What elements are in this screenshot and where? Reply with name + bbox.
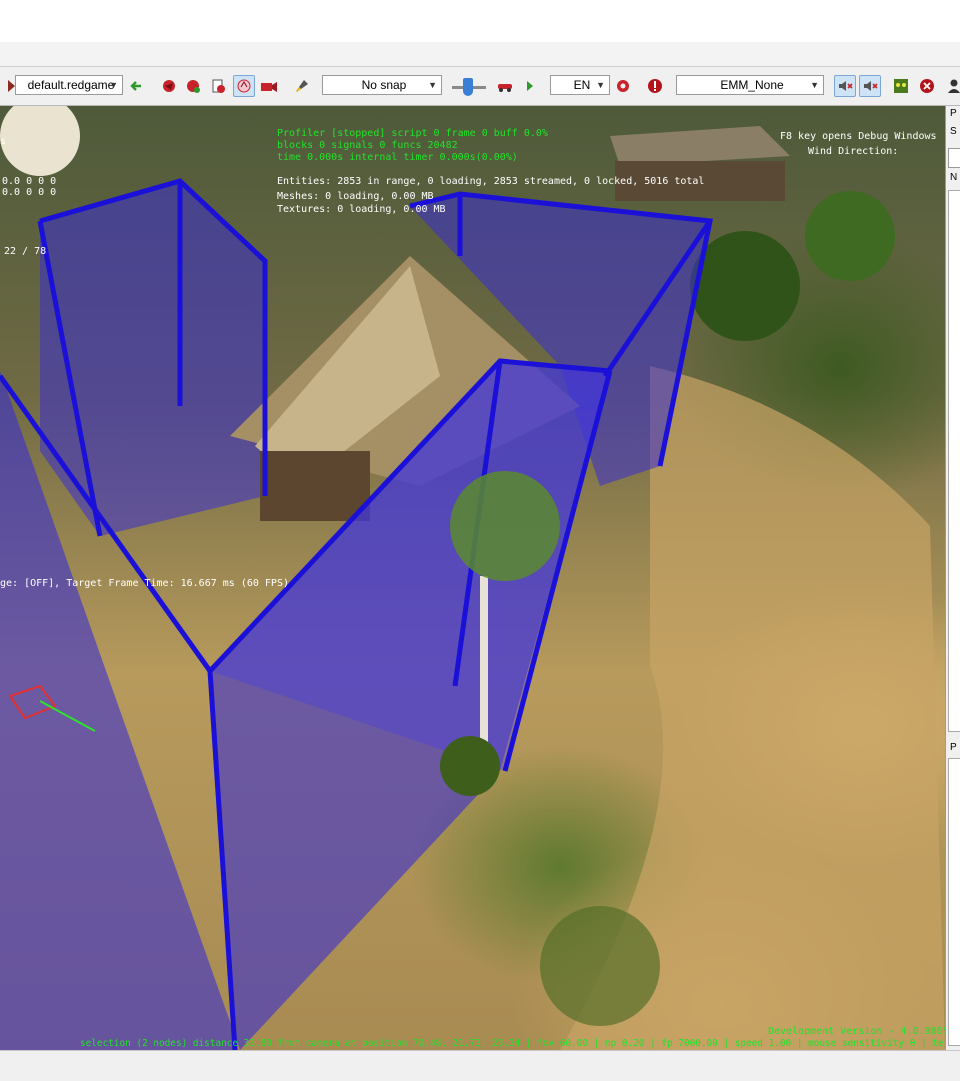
- snap-mode-combo[interactable]: No snap ▼: [322, 75, 442, 95]
- meshes-stats: Meshes: 0 loading, 0.00 MB: [277, 191, 434, 202]
- chevron-down-icon: ▼: [596, 80, 605, 90]
- speed-slider-thumb[interactable]: [463, 78, 473, 96]
- panel-label-n: N: [950, 172, 958, 183]
- main-hut-wall: [260, 451, 370, 521]
- world-file-combo-value: default.redgame: [27, 78, 115, 92]
- close-circle-icon[interactable]: [916, 75, 938, 97]
- panel-list[interactable]: [948, 190, 960, 732]
- gear-icon[interactable]: [612, 75, 634, 97]
- birch-trunk: [480, 576, 488, 746]
- mute-speaker-icon[interactable]: [834, 75, 856, 97]
- user-icon[interactable]: [943, 75, 960, 97]
- status-bar: [0, 1050, 960, 1081]
- back-arrow-icon[interactable]: [125, 75, 147, 97]
- tree-right: [805, 191, 895, 281]
- chevron-down-icon: ▼: [428, 80, 437, 90]
- red-beak-add-icon[interactable]: [182, 75, 204, 97]
- monster-icon[interactable]: [890, 75, 912, 97]
- video-camera-icon[interactable]: [258, 75, 280, 97]
- play-arrow-icon[interactable]: [519, 75, 541, 97]
- birch-foliage: [450, 471, 560, 581]
- panel-properties[interactable]: [948, 758, 960, 1046]
- window-titlebar: [0, 0, 960, 43]
- profiler-line-1: Profiler [stopped] script 0 frame 0 buff…: [277, 128, 548, 139]
- chevron-down-icon: ▼: [810, 80, 819, 90]
- blossom-tree: [0, 106, 80, 176]
- menu-strip: [0, 42, 960, 67]
- profiler-line-3: time 0.000s internal timer 0.000s(0.00%): [277, 152, 518, 163]
- snap-mode-combo-value: No snap: [361, 78, 407, 92]
- car-icon[interactable]: [494, 75, 516, 97]
- left-overlay-count: 22 / 78: [4, 246, 47, 257]
- language-combo-value: EN: [573, 78, 591, 92]
- camera-orbit-toggle-icon[interactable]: [233, 75, 255, 97]
- red-beak-tool-icon[interactable]: [158, 75, 180, 97]
- mute-speaker-alt-icon[interactable]: [859, 75, 881, 97]
- grass-patch-large: [540, 906, 660, 1026]
- wind-direction-label: Wind Direction:: [808, 146, 899, 157]
- left-overlay-s: s: [0, 136, 7, 147]
- emm-combo-value: EMM_None: [720, 78, 784, 92]
- panel-label-s: S: [950, 126, 957, 137]
- panel-input[interactable]: [948, 148, 960, 168]
- development-version: Development Version - 4.0.98650: [768, 1026, 945, 1037]
- left-overlay-zeros-2: 0.0 0 0 0: [2, 187, 57, 198]
- alert-icon[interactable]: [644, 75, 666, 97]
- background-hut-roof: [610, 126, 790, 166]
- entities-stats: Entities: 2853 in range, 0 loading, 2853…: [277, 176, 705, 187]
- language-combo[interactable]: EN ▼: [550, 75, 610, 95]
- selection-camera-info: selection (2 nodes) distance 33.80 from …: [80, 1038, 945, 1049]
- brush-icon[interactable]: [291, 75, 313, 97]
- panel-label-p-bottom: P: [950, 742, 957, 753]
- profiler-line-2: blocks 0 signals 0 funcs 20482: [277, 140, 458, 151]
- scene-viewport[interactable]: Profiler [stopped] script 0 frame 0 buff…: [0, 106, 945, 1050]
- document-tool-icon[interactable]: [207, 75, 229, 97]
- chevron-down-icon: ▼: [109, 80, 118, 90]
- frame-time-readout: ge: [OFF], Target Frame Time: 16.667 ms …: [0, 578, 289, 589]
- debug-windows-hint: F8 key opens Debug Windows: [780, 131, 937, 142]
- emm-combo[interactable]: EMM_None ▼: [676, 75, 824, 95]
- panel-label-p-top: P: [950, 108, 957, 119]
- textures-stats: Textures: 0 loading, 0.00 MB: [277, 204, 446, 215]
- world-file-combo[interactable]: default.redgame ▼: [15, 75, 123, 95]
- grass-patch: [440, 736, 500, 796]
- right-side-panel: P S N P: [945, 106, 960, 1050]
